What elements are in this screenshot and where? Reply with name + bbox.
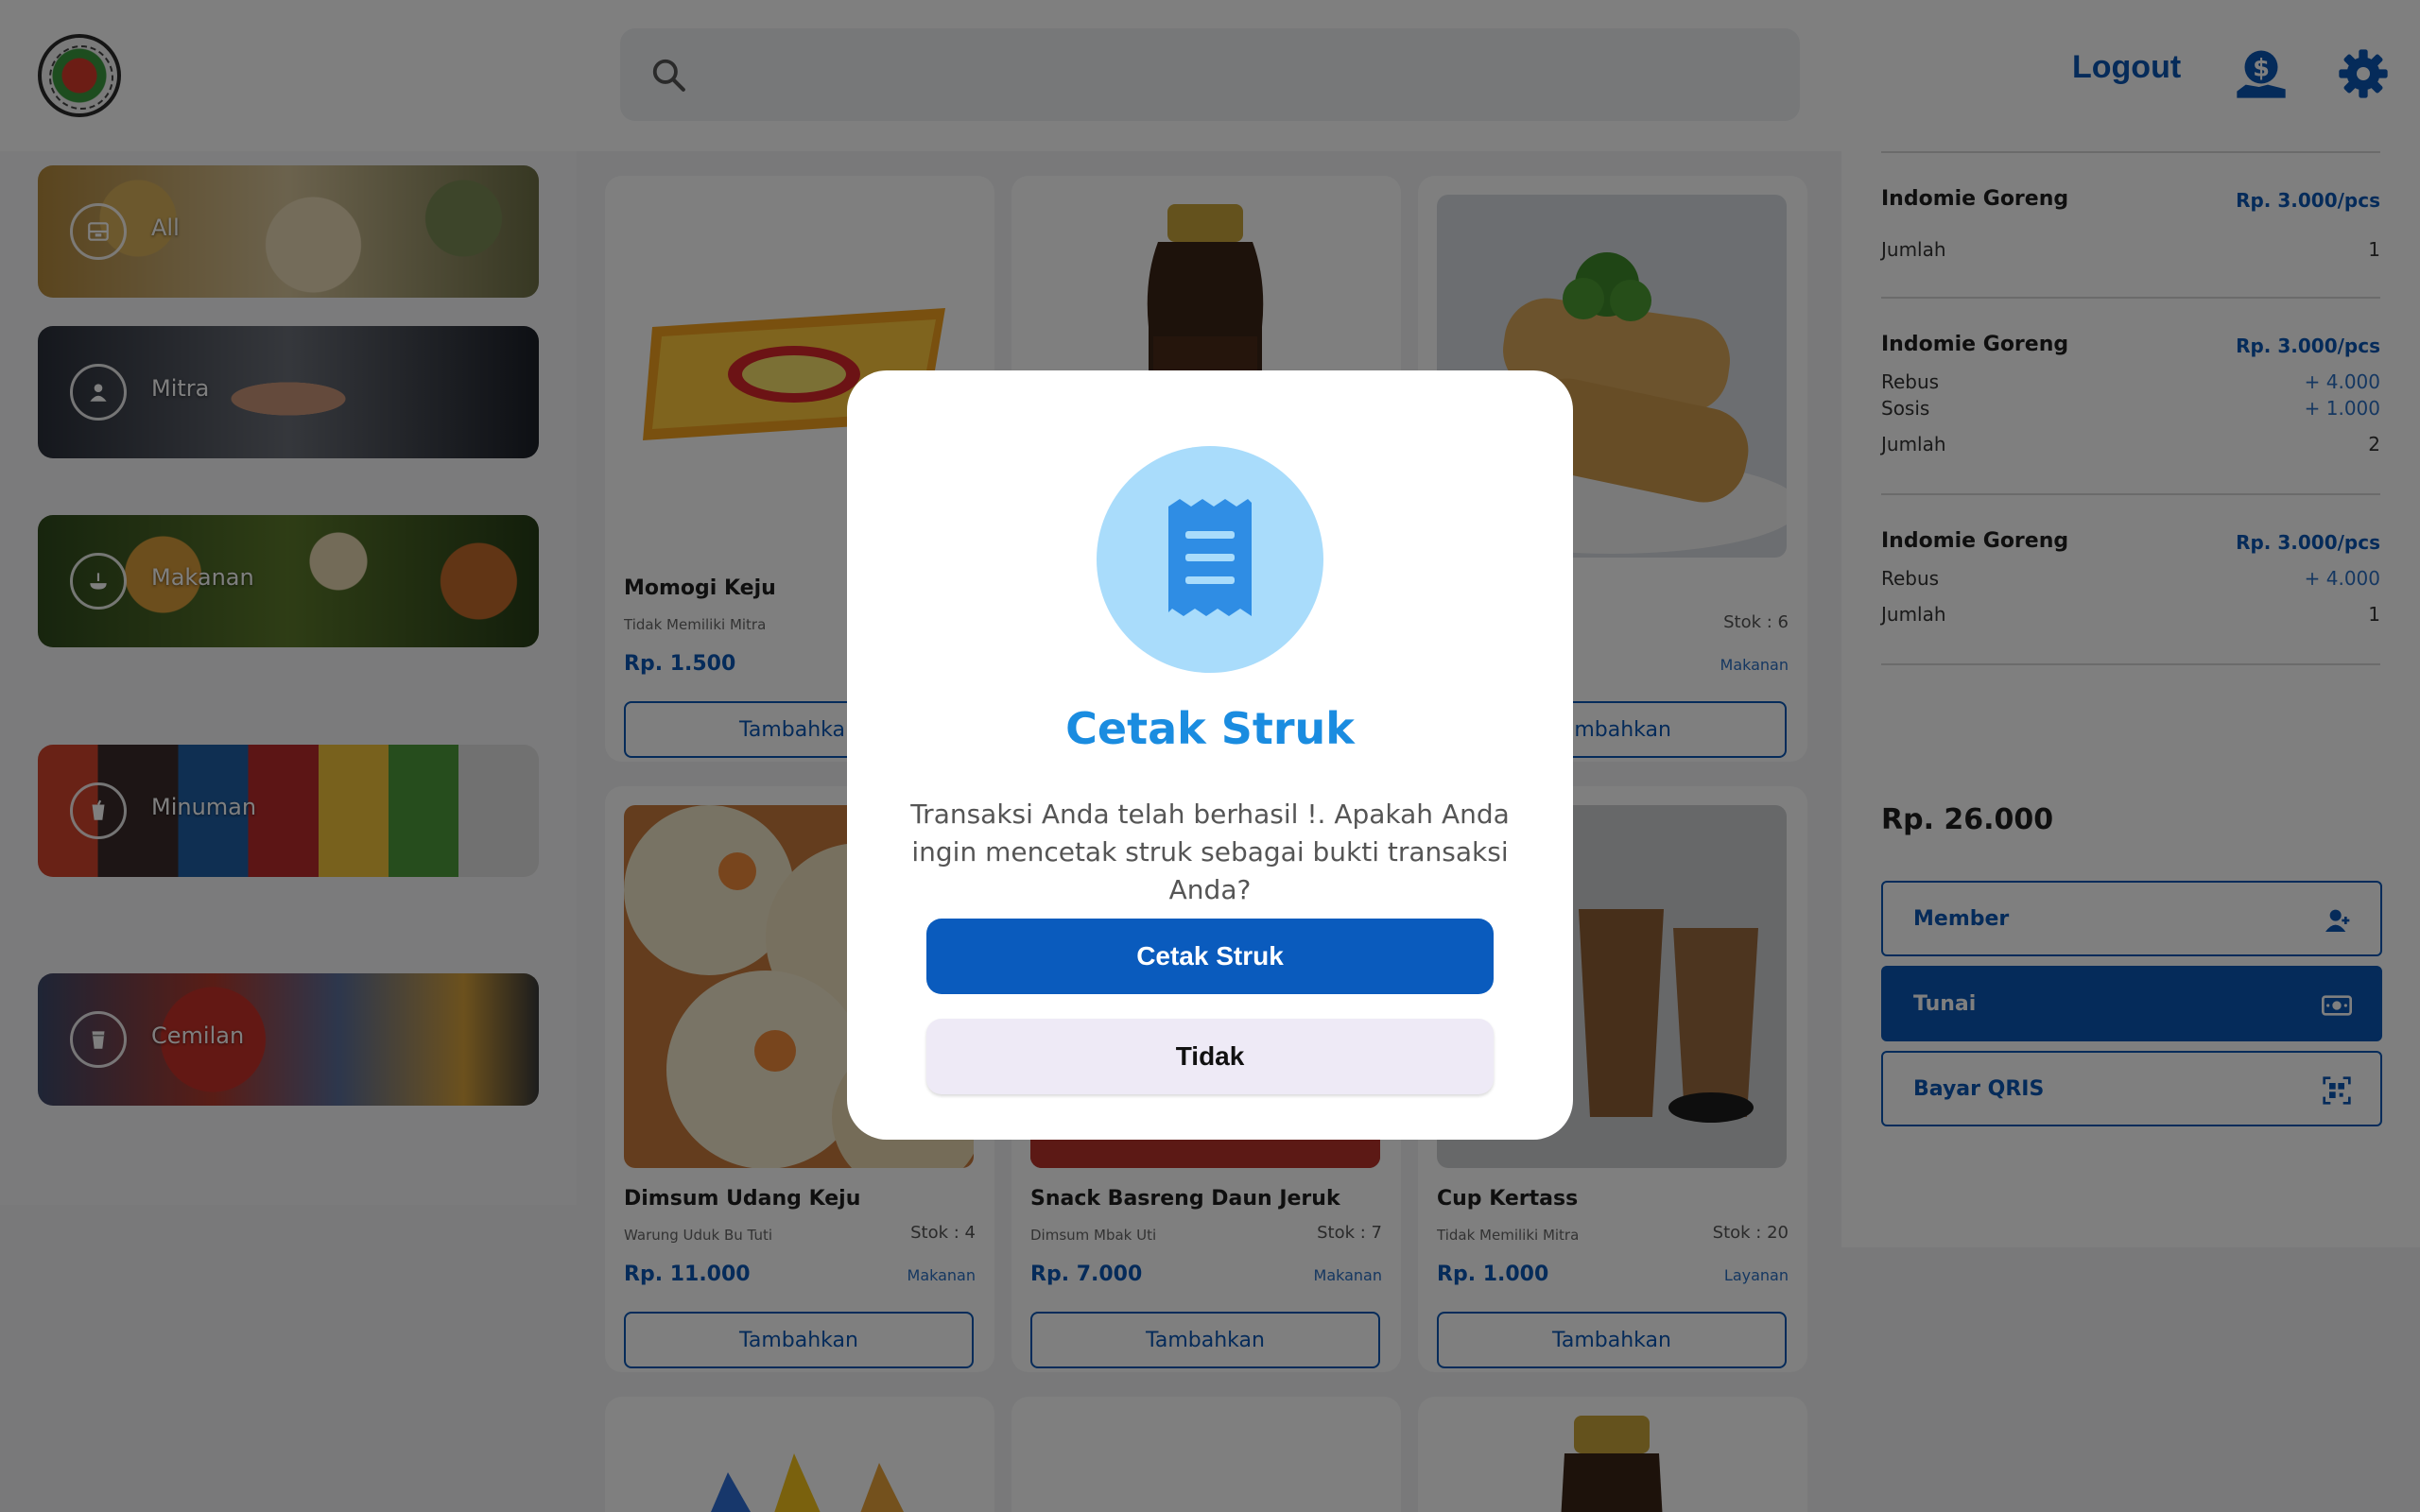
receipt-icon-circle	[1097, 446, 1323, 673]
receipt-icon	[1168, 499, 1252, 616]
dialog-title: Cetak Struk	[1065, 703, 1355, 754]
dialog-message: Transaksi Anda telah berhasil !. Apakah …	[910, 799, 1510, 905]
decline-button[interactable]: Tidak	[926, 1019, 1494, 1094]
print-receipt-dialog: Cetak Struk Transaksi Anda telah berhasi…	[847, 370, 1573, 1140]
print-receipt-button[interactable]: Cetak Struk	[926, 919, 1494, 994]
